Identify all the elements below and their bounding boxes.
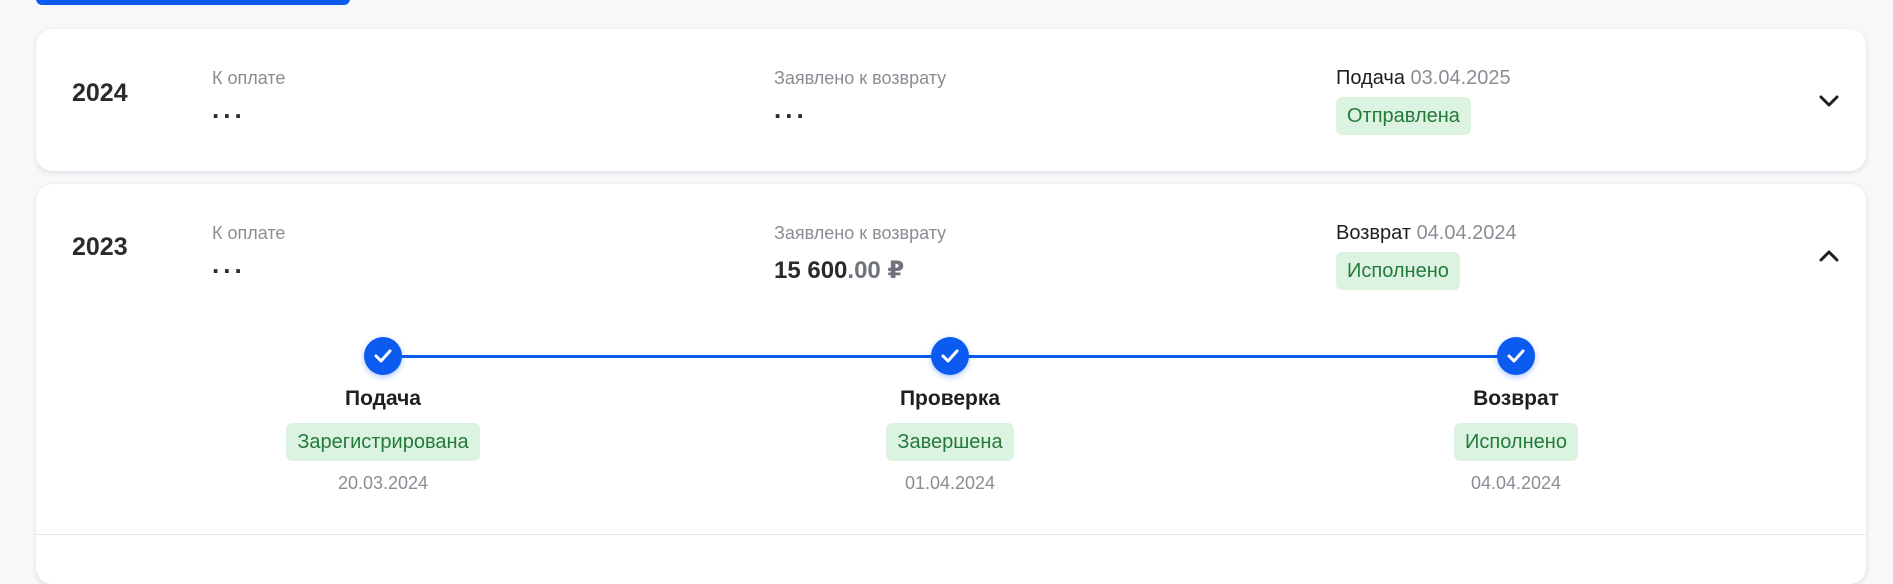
payment-value: ... [212, 249, 246, 279]
step-status-badge: Зарегистрирована [286, 423, 480, 461]
stage-column: Подача 03.04.2025 Отправлена [1336, 67, 1511, 135]
status-badge: Исполнено [1336, 252, 1460, 290]
refund-amount-main: 15 600 [774, 257, 848, 284]
refund-value: ... [774, 94, 808, 124]
timeline-step-review: Проверка Завершена 01.04.2024 [790, 387, 1110, 494]
timeline-step-refund: Возврат Исполнено 04.04.2024 [1356, 387, 1676, 494]
stage-column: Возврат 04.04.2024 Исполнено [1336, 222, 1517, 290]
declaration-card-2023: 2023 К оплате ... Заявлено к возврату 15… [36, 184, 1866, 584]
step-title: Проверка [899, 387, 1001, 410]
card-year: 2024 [72, 79, 128, 107]
status-badge: Отправлена [1336, 97, 1471, 135]
refund-column: Заявлено к возврату 15 600.00 ₽ [774, 223, 946, 285]
payment-label: К оплате [212, 223, 286, 243]
stage-name: Подача [1336, 67, 1405, 89]
payment-column: К оплате ... [212, 68, 286, 124]
step-date: 04.04.2024 [1470, 473, 1562, 493]
declaration-card-2024[interactable]: 2024 К оплате ... Заявлено к возврату ..… [36, 29, 1866, 171]
refund-column: Заявлено к возврату ... [774, 68, 947, 124]
check-icon [931, 337, 969, 375]
chevron-up-icon[interactable] [1812, 239, 1846, 273]
timeline-step-submission: Подача Зарегистрирована 20.03.2024 [223, 387, 543, 494]
refund-amount: 15 600.00 ₽ [774, 256, 946, 285]
top-action-button[interactable] [36, 0, 350, 5]
stage-date: 04.04.2024 [1416, 222, 1517, 244]
step-date: 20.03.2024 [337, 473, 429, 493]
step-status-badge: Исполнено [1454, 423, 1578, 461]
check-icon [364, 337, 402, 375]
payment-label: К оплате [212, 68, 286, 88]
stage-name: Возврат [1336, 222, 1411, 244]
stage-info: Возврат 04.04.2024 [1336, 222, 1517, 245]
step-title: Возврат [1473, 387, 1559, 410]
refund-amount-fraction: .00 ₽ [847, 257, 905, 284]
refund-label: Заявлено к возврату [774, 68, 947, 88]
payment-value: ... [212, 94, 246, 124]
card-year: 2023 [72, 233, 128, 261]
refund-label: Заявлено к возврату [774, 223, 947, 243]
section-divider [36, 534, 1866, 535]
step-status-badge: Завершена [886, 423, 1014, 461]
step-title: Подача [344, 387, 421, 410]
stage-date: 03.04.2025 [1410, 67, 1511, 89]
check-icon [1497, 337, 1535, 375]
payment-column: К оплате ... [212, 223, 286, 279]
chevron-down-icon[interactable] [1812, 84, 1846, 118]
step-date: 01.04.2024 [904, 473, 996, 493]
stage-info: Подача 03.04.2025 [1336, 67, 1511, 90]
